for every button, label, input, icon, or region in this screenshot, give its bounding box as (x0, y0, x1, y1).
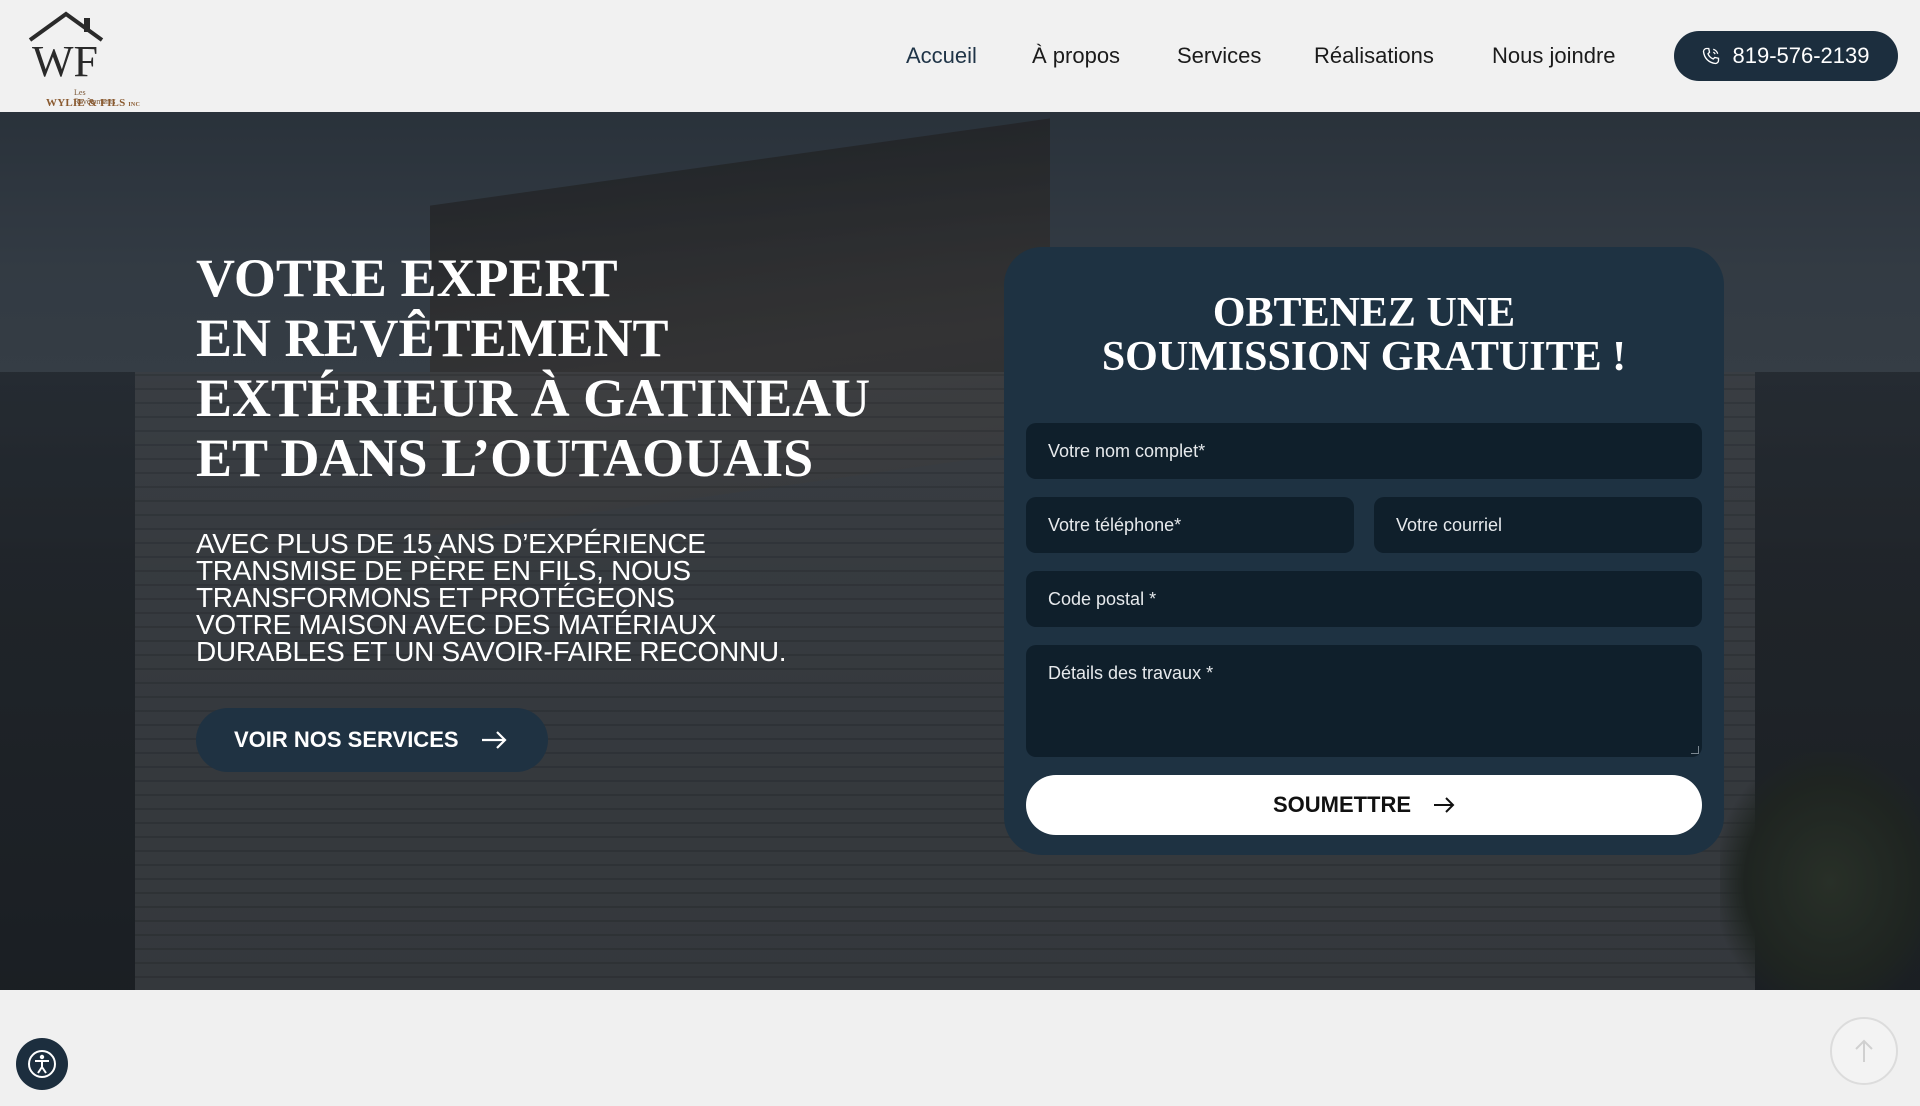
arrow-up-icon (1855, 1039, 1873, 1062)
nav-item-services[interactable]: Services (1177, 40, 1261, 72)
nav-item-nous-joindre[interactable]: Nous joindre (1492, 40, 1616, 72)
site-logo[interactable]: WF Les Revêtements WYLIE & FILS INC (22, 10, 140, 109)
phone-icon (1703, 47, 1720, 65)
hero-title-line: VOTRE EXPERT (196, 248, 618, 308)
hero-subtitle-line: DURABLES ET UN SAVOIR-FAIRE RECONNU. (196, 636, 787, 667)
work-details-placeholder: Détails des travaux * (1048, 663, 1214, 683)
site-header: WF Les Revêtements WYLIE & FILS INC Accu… (0, 0, 1920, 112)
hero-title-line: EXTÉRIEUR À GATINEAU (196, 368, 871, 428)
full-name-input[interactable]: Votre nom complet* (1026, 423, 1702, 479)
scroll-to-top-button[interactable] (1830, 1017, 1898, 1085)
cta-label: VOIR NOS SERVICES (234, 727, 459, 752)
arrow-right-icon (481, 731, 507, 749)
logo-monogram: WF (32, 37, 98, 86)
house-logo-icon: WF (28, 11, 104, 86)
phone-input[interactable]: Votre téléphone* (1026, 497, 1354, 553)
work-details-textarea[interactable]: Détails des travaux * (1026, 645, 1702, 757)
accessibility-button[interactable] (16, 1038, 68, 1090)
phone-number: 819-576-2139 (1732, 43, 1870, 68)
form-title-line: SOUMISSION GRATUITE ! (1101, 334, 1627, 380)
hero-title-line: ET DANS L’OUTAOUAIS (196, 428, 814, 488)
form-title: OBTENEZ UNE SOUMISSION GRATUITE ! (1004, 291, 1724, 379)
quote-form: OBTENEZ UNE SOUMISSION GRATUITE ! Votre … (1004, 247, 1724, 855)
phone-button[interactable]: 819-576-2139 (1674, 31, 1898, 81)
postal-code-input[interactable]: Code postal * (1026, 571, 1702, 627)
hero-title: VOTRE EXPERT EN REVÊTEMENT EXTÉRIEUR À G… (196, 248, 916, 488)
hero-title-line: EN REVÊTEMENT (196, 308, 669, 368)
nav-item-realisations[interactable]: Réalisations (1314, 40, 1434, 72)
email-input[interactable]: Votre courriel (1374, 497, 1702, 553)
voir-nos-services-button[interactable]: VOIR NOS SERVICES (196, 708, 548, 772)
hero-section: VOTRE EXPERT EN REVÊTEMENT EXTÉRIEUR À G… (0, 112, 1920, 990)
hero-subtitle-line: VOTRE MAISON AVEC DES MATÉRIAUX (196, 609, 717, 640)
nav-item-a-propos[interactable]: À propos (1032, 40, 1120, 72)
arrow-right-icon (1434, 797, 1455, 813)
hero-subtitle-line: TRANSFORMONS ET PROTÉGEONS (196, 582, 675, 613)
logo-company-name: WYLIE & FILS INC (46, 97, 140, 109)
hero-subtitle-line: TRANSMISE DE PÈRE EN FILS, NOUS (196, 555, 691, 586)
hero-subtitle: AVEC PLUS DE 15 ANS D’EXPÉRIENCE TRANSMI… (196, 528, 836, 667)
submit-button[interactable]: SOUMETTRE (1026, 775, 1702, 835)
accessibility-icon (28, 1050, 56, 1078)
textarea-resize-handle[interactable] (1691, 746, 1699, 754)
nav-item-accueil[interactable]: Accueil (906, 40, 977, 72)
submit-label: SOUMETTRE (1272, 792, 1412, 817)
hero-subtitle-line: AVEC PLUS DE 15 ANS D’EXPÉRIENCE (196, 528, 706, 559)
form-title-line: OBTENEZ UNE (1212, 290, 1516, 336)
